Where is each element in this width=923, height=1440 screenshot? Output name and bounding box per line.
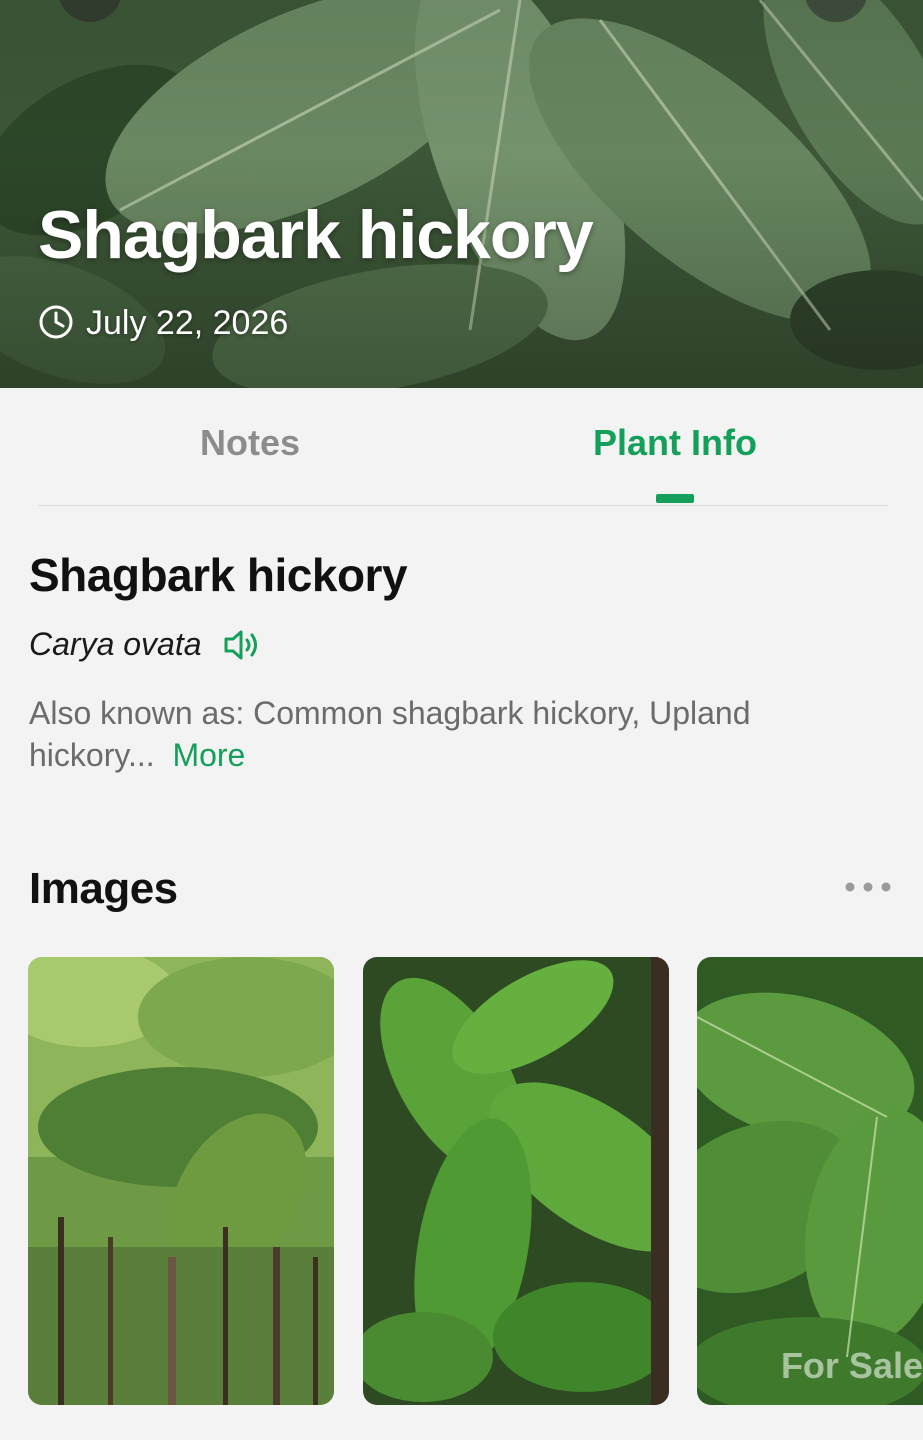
clock-icon — [38, 305, 74, 342]
scientific-name: Carya ovata — [29, 626, 202, 662]
tab-notes[interactable]: Notes — [150, 422, 350, 464]
tab-plant-info[interactable]: Plant Info — [560, 422, 790, 464]
images-section-title: Images — [29, 864, 178, 913]
tab-bar: Notes Plant Info — [0, 388, 923, 506]
also-known-as-text: Also known as: Common shagbark hickory, … — [29, 695, 751, 773]
tab-divider — [38, 505, 888, 506]
more-link[interactable]: More — [172, 737, 245, 773]
hero-date-text: July 22, 2026 — [86, 304, 289, 342]
plant-common-name: Shagbark hickory — [29, 549, 408, 601]
hero-date: July 22, 2026 — [38, 304, 288, 343]
scientific-name-row: Carya ovata — [29, 626, 262, 663]
watermark-text: For Sale — [780, 1346, 923, 1386]
plant-image-thumbnail[interactable] — [363, 957, 669, 1405]
speaker-icon[interactable] — [222, 628, 262, 662]
hero-image: Shagbark hickory July 22, 2026 — [0, 0, 923, 388]
plant-image-thumbnail[interactable] — [28, 957, 334, 1405]
hero-title: Shagbark hickory — [38, 197, 594, 273]
active-tab-indicator — [656, 494, 694, 503]
more-dots-icon[interactable] — [840, 872, 896, 902]
plant-image-thumbnail[interactable] — [697, 957, 923, 1405]
also-known-as: Also known as: Common shagbark hickory, … — [29, 692, 889, 776]
